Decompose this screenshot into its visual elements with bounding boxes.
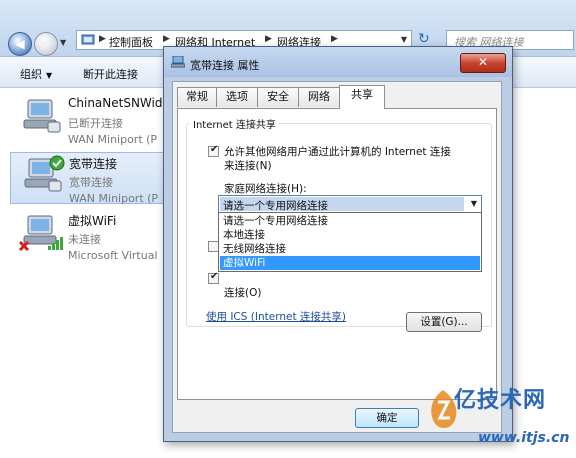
breadcrumb-control-panel[interactable]: 控制面板 bbox=[109, 34, 153, 50]
connection-device: Microsoft Virtual bbox=[68, 249, 158, 262]
network-icon bbox=[171, 56, 185, 68]
connection-name: ChinaNetSNWide bbox=[68, 96, 170, 110]
history-dropdown-icon[interactable]: ▼ bbox=[60, 38, 66, 47]
control-panel-icon bbox=[81, 34, 95, 45]
close-button[interactable]: ✕ bbox=[460, 53, 506, 73]
connection-status: 宽带连接 bbox=[69, 176, 113, 189]
connection-item-virtual-wifi[interactable]: 虚拟WiFi 未连接 Microsoft Virtual bbox=[10, 210, 170, 262]
tab-security[interactable]: 安全 bbox=[257, 87, 299, 107]
wireless-connection-icon bbox=[18, 215, 63, 252]
dialog-titlebar[interactable]: 宽带连接 属性 ✕ bbox=[164, 47, 512, 77]
connection-item-broadband[interactable]: 宽带连接 宽带连接 WAN Miniport (P bbox=[10, 152, 170, 205]
breadcrumb-separator-icon[interactable]: ▶ bbox=[265, 34, 272, 44]
connection-device: WAN Miniport (P bbox=[68, 133, 158, 146]
breadcrumb-separator-icon[interactable]: ▶ bbox=[163, 34, 170, 44]
dropdown-option-highlighted[interactable]: 虚拟WiFi bbox=[220, 256, 480, 270]
tab-networking[interactable]: 网络 bbox=[298, 87, 340, 107]
watermark-url: www.itjs.cn bbox=[478, 430, 570, 446]
breadcrumb-separator-icon[interactable]: ▶ bbox=[99, 34, 106, 44]
forward-button[interactable]: ▶ bbox=[34, 32, 58, 56]
dropdown-option[interactable]: 请选一个专用网络连接 bbox=[220, 214, 480, 228]
close-icon: ✕ bbox=[477, 55, 489, 69]
home-network-combobox[interactable]: 请选一个专用网络连接 ▼ bbox=[218, 195, 482, 213]
allow-sharing-label-line2: 来连接(N) bbox=[224, 160, 272, 172]
dropdown-option[interactable]: 无线网络连接 bbox=[220, 242, 480, 256]
dialup-connection-icon bbox=[23, 99, 61, 133]
allow-control-label-line2: 连接(O) bbox=[224, 287, 262, 299]
connection-name: 宽带连接 bbox=[69, 157, 118, 171]
watermark-text: 亿技术网 bbox=[454, 388, 547, 413]
back-arrow-icon: ◀ bbox=[15, 37, 25, 51]
refresh-icon[interactable]: ↻ bbox=[418, 31, 430, 47]
organize-button[interactable]: 组织 ▼ bbox=[20, 66, 52, 82]
checkmark-icon: ✔ bbox=[210, 144, 219, 155]
connection-status: 已断开连接 bbox=[68, 117, 123, 130]
connection-device: WAN Miniport (P bbox=[69, 192, 159, 205]
breadcrumb-separator-icon[interactable]: ▶ bbox=[331, 34, 338, 44]
connection-item-chinanet[interactable]: ChinaNetSNWide 已断开连接 WAN Miniport (P bbox=[10, 94, 170, 146]
tab-options[interactable]: 选项 bbox=[216, 87, 258, 107]
ics-help-link[interactable]: 使用 ICS (Internet 连接共享) bbox=[206, 309, 346, 324]
disconnect-label: 断开此连接 bbox=[83, 68, 138, 81]
dialog-title: 宽带连接 属性 bbox=[190, 59, 260, 72]
checkmark-icon: ✔ bbox=[210, 271, 219, 282]
organize-label: 组织 bbox=[20, 68, 42, 81]
connection-name: 虚拟WiFi bbox=[68, 214, 117, 228]
ics-group-title: Internet 连接共享 bbox=[190, 116, 279, 131]
home-network-dropdown: 请选一个专用网络连接 本地连接 无线网络连接 虚拟WiFi bbox=[218, 212, 482, 272]
chevron-down-icon[interactable]: ▼ bbox=[471, 199, 477, 208]
allow-control-checkbox[interactable]: ✔ bbox=[208, 271, 219, 284]
ok-button[interactable]: 确定 bbox=[355, 408, 419, 428]
settings-button[interactable]: 设置(G)... bbox=[406, 312, 482, 332]
disconnect-button[interactable]: 断开此连接 bbox=[83, 66, 138, 82]
allow-sharing-checkbox[interactable]: ✔ bbox=[208, 144, 219, 157]
site-watermark: 亿技术网 www.itjs.cn bbox=[418, 380, 574, 456]
home-network-label: 家庭网络连接(H): bbox=[224, 183, 307, 195]
address-dropdown-icon[interactable]: ▼ bbox=[401, 35, 407, 44]
allow-sharing-label-line1: 允许其他网络用户通过此计算机的 Internet 连接 bbox=[224, 146, 451, 158]
back-button[interactable]: ◀ bbox=[8, 32, 32, 56]
connection-status: 未连接 bbox=[68, 233, 101, 246]
chevron-down-icon: ▼ bbox=[46, 71, 53, 80]
broadband-connection-icon bbox=[24, 155, 65, 192]
forward-arrow-icon: ▶ bbox=[41, 37, 51, 51]
combo-value: 请选一个专用网络连接 bbox=[223, 200, 328, 212]
sharing-panel: Internet 连接共享 ✔ 允许其他网络用户通过此计算机的 Internet… bbox=[177, 108, 497, 400]
tab-general[interactable]: 常规 bbox=[177, 87, 217, 107]
tab-sharing[interactable]: 共享 bbox=[339, 85, 385, 109]
dropdown-option[interactable]: 本地连接 bbox=[220, 228, 480, 242]
